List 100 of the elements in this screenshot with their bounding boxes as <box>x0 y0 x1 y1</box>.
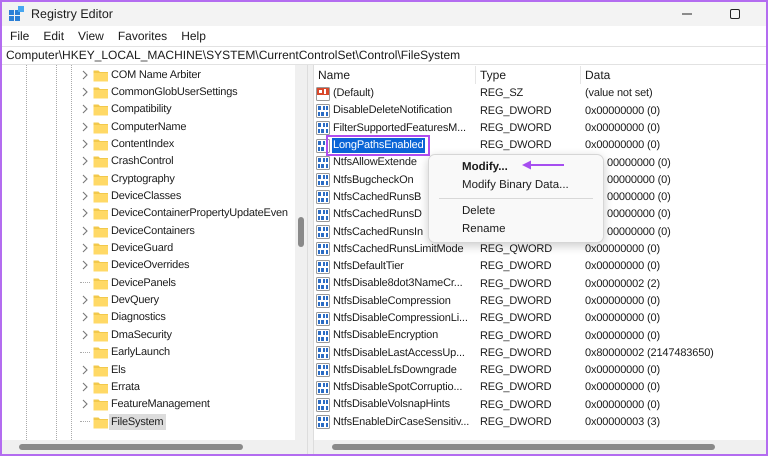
scrollbar-thumb[interactable] <box>298 217 304 247</box>
value-name[interactable]: DisableDeleteNotification <box>332 103 454 118</box>
folder-icon <box>93 85 109 100</box>
folder-icon <box>93 102 109 116</box>
value-type: REG_DWORD <box>479 415 552 430</box>
tree-item[interactable]: DeviceGuard <box>109 240 176 256</box>
value-name[interactable]: NtfsDisable8dot3NameCr... <box>332 276 464 292</box>
menu-item[interactable]: Modify... <box>433 158 599 176</box>
address-bar[interactable]: Computer\HKEY_LOCAL_MACHINE\SYSTEM\CurrentControlSet\Control\FileSystem <box>2 46 766 65</box>
column-header[interactable]: Data <box>581 66 610 84</box>
column-header[interactable]: Name <box>314 66 476 84</box>
tree-item[interactable]: Compatibility <box>109 101 174 118</box>
scrollbar[interactable] <box>314 440 766 454</box>
value-data: 0x00000000 (0) <box>584 398 660 413</box>
column-header[interactable]: Type <box>476 66 581 84</box>
folder-icon <box>93 362 109 377</box>
value-name[interactable]: LongPathsEnabled <box>332 138 425 154</box>
tree-item[interactable]: DevQuery <box>109 292 162 308</box>
value-name[interactable]: NtfsEnableDirCaseSensitiv... <box>332 414 470 430</box>
scrollbar[interactable] <box>295 65 307 440</box>
value-name[interactable]: NtfsCachedRunsIn <box>332 224 424 240</box>
tree-item[interactable]: DeviceContainerPropertyUpdateEven <box>109 205 291 222</box>
value-type: REG_DWORD <box>479 294 552 309</box>
tree-item[interactable]: ComputerName <box>109 118 190 135</box>
value-name[interactable]: NtfsDisableLastAccessUp... <box>332 346 466 361</box>
tree-item[interactable]: Diagnostics <box>109 309 169 326</box>
tree-item[interactable]: Els <box>109 362 129 378</box>
chevron-icon[interactable] <box>80 174 90 184</box>
tree-item[interactable]: DeviceContainers <box>109 222 198 239</box>
chevron-icon[interactable] <box>80 208 90 218</box>
binary-value-icon <box>316 328 330 343</box>
value-name[interactable]: NtfsDefaultTier <box>332 259 405 274</box>
menu-item[interactable]: Edit <box>37 27 70 45</box>
tree-item[interactable]: DeviceOverrides <box>109 257 192 274</box>
tree-item[interactable]: DmaSecurity <box>109 326 175 343</box>
chevron-icon[interactable] <box>80 330 90 340</box>
tree-item[interactable]: COM Name Arbiter <box>109 66 204 83</box>
folder-icon <box>93 206 109 220</box>
folder-icon <box>93 293 109 308</box>
chevron-icon[interactable] <box>80 156 90 166</box>
menu-item[interactable]: Rename <box>433 220 599 239</box>
chevron-icon[interactable] <box>80 87 90 98</box>
scrollbar-thumb[interactable] <box>19 444 243 450</box>
tree-item[interactable]: EarlyLaunch <box>109 344 173 360</box>
tree-item[interactable]: Errata <box>109 378 143 395</box>
value-name[interactable]: NtfsDisableLfsDowngrade <box>332 362 458 378</box>
tree-item[interactable]: CommonGlobUserSettings <box>109 84 240 100</box>
chevron-icon[interactable] <box>80 295 90 306</box>
tree-item[interactable]: CrashControl <box>109 153 176 170</box>
value-name[interactable]: (Default) <box>332 86 375 102</box>
value-name[interactable]: NtfsCachedRunsD <box>332 207 423 222</box>
chevron-icon[interactable] <box>80 243 90 254</box>
chevron-icon[interactable] <box>80 399 90 410</box>
binary-value-icon <box>316 173 330 188</box>
chevron-icon[interactable] <box>80 122 90 132</box>
value-name[interactable]: FilterSupportedFeaturesM... <box>332 120 467 136</box>
binary-value-icon <box>316 190 330 204</box>
folder-icon <box>93 258 109 272</box>
value-name[interactable]: NtfsBugcheckOn <box>332 172 414 188</box>
tree-item[interactable]: DevicePanels <box>109 274 179 291</box>
value-name[interactable]: NtfsAllowExtende <box>332 155 418 170</box>
menu-item[interactable]: View <box>72 27 110 45</box>
tree-item[interactable]: FileSystem <box>109 414 166 430</box>
chevron-icon[interactable] <box>80 364 90 375</box>
tree-item[interactable]: FeatureManagement <box>109 396 213 412</box>
value-type: REG_DWORD <box>479 138 552 154</box>
value-name[interactable]: NtfsCachedRunsB <box>332 190 422 205</box>
folder-icon <box>93 241 109 256</box>
value-name[interactable]: NtfsDisableCompression <box>332 294 452 309</box>
value-name[interactable]: NtfsDisableVolsnapHints <box>332 397 451 412</box>
value-data: (value not set) <box>584 86 652 102</box>
menu-item[interactable]: File <box>4 27 36 45</box>
value-type: REG_DWORD <box>479 104 552 119</box>
chevron-icon[interactable] <box>80 70 90 80</box>
folder-icon <box>93 310 109 324</box>
chevron-icon[interactable] <box>80 139 90 150</box>
folder-icon <box>93 68 109 82</box>
chevron-icon[interactable] <box>80 104 90 114</box>
menu-item[interactable]: Delete <box>433 202 599 220</box>
menu-item[interactable]: Help <box>175 27 212 45</box>
value-name[interactable]: NtfsDisableEncryption <box>332 328 440 344</box>
chevron-icon[interactable] <box>80 191 90 202</box>
value-name[interactable]: NtfsDisableCompressionLi... <box>332 311 469 326</box>
tree-item[interactable]: DeviceClasses <box>109 188 184 204</box>
value-type: REG_DWORD <box>479 311 552 326</box>
menu-item[interactable]: Favorites <box>112 27 174 45</box>
maximize-icon[interactable] <box>730 9 740 19</box>
menu-item[interactable]: Modify Binary Data... <box>433 176 599 195</box>
scrollbar-thumb[interactable] <box>332 444 715 450</box>
folder-icon <box>93 224 109 238</box>
folder-icon <box>93 137 109 152</box>
value-name[interactable]: NtfsCachedRunsLimitMode <box>332 242 464 257</box>
tree-item[interactable]: ContentIndex <box>109 136 178 152</box>
scrollbar[interactable] <box>2 440 307 454</box>
chevron-icon[interactable] <box>80 312 90 322</box>
chevron-icon[interactable] <box>80 382 90 392</box>
value-name[interactable]: NtfsDisableSpotCorruptio... <box>332 380 464 396</box>
chevron-icon[interactable] <box>80 260 90 270</box>
chevron-icon[interactable] <box>80 226 90 236</box>
tree-item[interactable]: Cryptography <box>109 170 178 187</box>
